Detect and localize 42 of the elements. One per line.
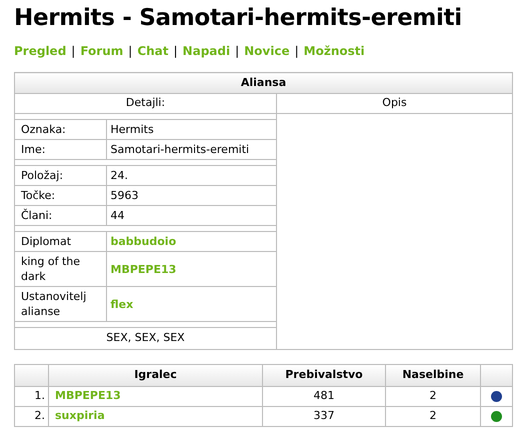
detail-label: Točke: xyxy=(15,186,106,206)
detail-value: 5963 xyxy=(110,189,138,202)
detail-label: Ustanovitelj alianse xyxy=(15,286,106,322)
player-link[interactable]: babbudoio xyxy=(110,235,176,248)
nav-separator: | xyxy=(294,43,300,60)
player-link[interactable]: flex xyxy=(110,298,134,310)
column-header: Igralec xyxy=(48,364,262,386)
table-header: Aliansa xyxy=(14,72,512,94)
nav-link[interactable]: Chat xyxy=(137,42,168,60)
table-cell: 481 xyxy=(262,386,386,406)
nav-separator: | xyxy=(70,43,76,60)
column-header: Detajli: xyxy=(14,94,276,114)
alliance-tags: SEX, SEX, SEX xyxy=(106,330,185,347)
detail-label: king of the dark xyxy=(15,252,106,286)
detail-value: Samotari-hermits-eremiti xyxy=(110,143,250,156)
nav-link[interactable]: Možnosti xyxy=(304,42,365,60)
player-link[interactable]: suxpiria xyxy=(55,409,105,422)
detail-value: 24. xyxy=(110,169,128,182)
detail-label: Diplomat xyxy=(15,232,106,252)
rank-cell: 2. xyxy=(14,406,48,426)
detail-value: 44 xyxy=(110,209,124,222)
nav-separator: | xyxy=(234,43,240,60)
nav-separator: | xyxy=(172,43,179,60)
table-cell: 2 xyxy=(386,386,480,406)
player-link[interactable]: MBPEPE13 xyxy=(110,262,176,276)
nav-link[interactable]: Novice xyxy=(244,42,290,60)
detail-label: Člani: xyxy=(15,206,106,226)
rank-cell: 1. xyxy=(14,386,48,406)
detail-value: Hermits xyxy=(110,123,154,136)
detail-label: Položaj: xyxy=(15,166,106,186)
table-cell: 2 xyxy=(386,406,480,426)
nav-link[interactable]: Pregled xyxy=(14,42,66,60)
page-title: Hermits - Samotari-hermits-eremiti xyxy=(14,4,463,33)
nav-separator: | xyxy=(127,43,134,60)
nav-link[interactable]: Forum xyxy=(80,42,124,60)
nav-link[interactable]: Napadi xyxy=(182,42,230,60)
detail-label: Oznaka: xyxy=(15,120,106,140)
column-header: Prebivalstvo xyxy=(262,364,386,386)
table-cell: 337 xyxy=(262,406,386,426)
column-header: Naselbine xyxy=(386,364,480,386)
column-header: Opis xyxy=(276,94,512,114)
detail-label: Ime: xyxy=(15,140,106,160)
